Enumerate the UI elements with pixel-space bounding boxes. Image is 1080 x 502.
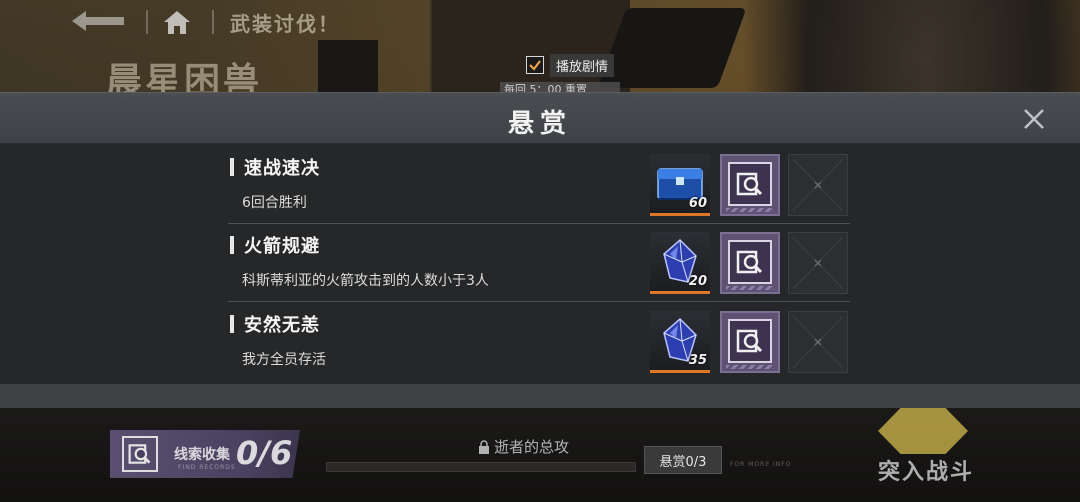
- bounty-title: 火箭规避: [244, 236, 320, 257]
- empty-slot-icon: [792, 236, 844, 290]
- lock-icon: [479, 439, 489, 454]
- bounty-title: 速战速决: [244, 158, 320, 179]
- boss-progress-text: 逝者的总攻: [494, 438, 570, 456]
- bounty-description: 科斯蒂利亚的火箭攻击到的人数小于3人: [242, 273, 489, 289]
- empty-slot-icon: [792, 315, 844, 369]
- bounty-description: 我方全员存活: [242, 352, 326, 368]
- row-marker: [230, 158, 234, 176]
- reward-count: 35: [688, 353, 707, 368]
- clue-magnifier-icon: [736, 250, 763, 274]
- empty-slot-icon: [792, 158, 844, 212]
- clue-magnifier-icon: [128, 444, 151, 464]
- clue-magnifier-icon: [736, 329, 763, 353]
- topbar-divider: [146, 10, 148, 34]
- bounty-modal-header: 悬赏: [0, 92, 1080, 144]
- clue-collection-count: 0/6: [236, 434, 293, 472]
- reward-count: 20: [688, 274, 707, 289]
- clue-collection-label: 线索收集: [174, 447, 230, 463]
- boss-progress-bar: [326, 462, 636, 472]
- clue-collection-subtitle: FIND RECORDS: [178, 464, 236, 471]
- back-button[interactable]: [66, 6, 132, 36]
- bounty-modal-body: 速战速决 6回合胜利 60 火箭规避 科斯蒂利亚的火箭攻击到的人数小于3人 20…: [0, 144, 1080, 384]
- reward-slot-item[interactable]: 60: [650, 154, 710, 216]
- reward-slot-item[interactable]: 20: [650, 232, 710, 294]
- play-story-toggle[interactable]: 播放剧情: [526, 53, 615, 77]
- page-title: 武装讨伐！: [230, 12, 340, 36]
- top-bar: 武装讨伐！: [0, 0, 1080, 44]
- reward-slot-clue[interactable]: [720, 311, 780, 373]
- back-arrow-icon: [72, 11, 124, 31]
- close-icon: [1024, 109, 1044, 129]
- bottom-bar: 线索收集 FIND RECORDS 0/6 逝者的总攻 悬赏0/3 FOR MO…: [0, 408, 1080, 502]
- home-icon: [164, 11, 190, 34]
- battle-badge: [878, 408, 968, 454]
- reward-slot-empty: [788, 154, 848, 216]
- bounty-description: 6回合胜利: [242, 195, 307, 211]
- row-marker: [230, 315, 234, 333]
- clue-collection-button[interactable]: 线索收集 FIND RECORDS 0/6: [110, 430, 300, 478]
- checkmark-icon: [529, 60, 541, 71]
- bounty-button[interactable]: 悬赏0/3: [644, 446, 722, 474]
- home-button[interactable]: [162, 8, 192, 36]
- modal-title: 悬赏: [507, 109, 572, 139]
- reward-slot-clue[interactable]: [720, 232, 780, 294]
- topbar-divider: [212, 10, 214, 34]
- boss-progress-label: 逝者的总攻: [478, 436, 569, 457]
- reward-count: 60: [688, 196, 707, 211]
- reward-slot-empty: [788, 311, 848, 373]
- background-window: [318, 40, 378, 92]
- start-battle-button[interactable]: 突入战斗: [878, 454, 974, 486]
- reward-slot-clue[interactable]: [720, 154, 780, 216]
- reward-slot-empty: [788, 232, 848, 294]
- play-story-checkbox[interactable]: [526, 56, 544, 74]
- row-divider: [228, 301, 850, 302]
- close-button[interactable]: [1020, 105, 1048, 133]
- row-marker: [230, 236, 234, 254]
- bounty-title: 安然无恙: [244, 315, 320, 336]
- reward-slot-item[interactable]: 35: [650, 311, 710, 373]
- bounty-row: 火箭规避 科斯蒂利亚的火箭攻击到的人数小于3人 20: [228, 224, 850, 302]
- bounty-modal-footer: [0, 384, 1080, 408]
- bounty-row: 速战速决 6回合胜利 60: [228, 146, 850, 224]
- play-story-label: 播放剧情: [550, 53, 615, 77]
- bounty-row: 安然无恙 我方全员存活 35: [228, 303, 850, 381]
- bounty-subtitle: FOR MORE INFO: [730, 461, 792, 468]
- clue-magnifier-icon: [736, 172, 763, 196]
